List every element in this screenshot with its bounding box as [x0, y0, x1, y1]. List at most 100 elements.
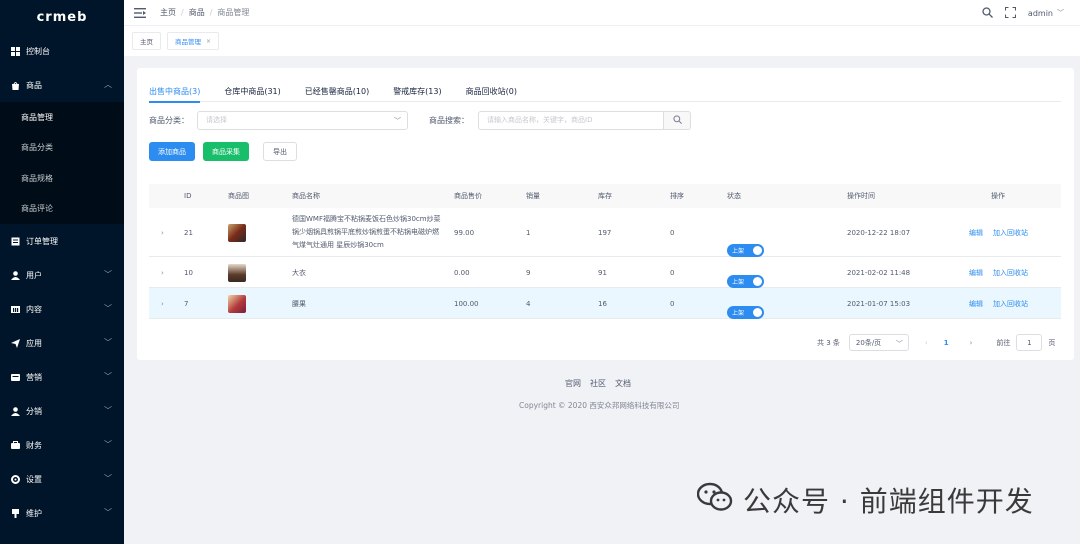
table-header: ID 商品图 商品名称 商品售价 销量 库存 排序 状态 操作时间 操作 [149, 184, 1061, 208]
tab-recycle-bin[interactable]: 商品回收站(0) [466, 80, 517, 102]
user-menu[interactable]: admin ﹀ [1028, 8, 1064, 18]
sidebar-item-label: 控制台 [26, 46, 50, 56]
sidebar-item-content[interactable]: 内容 ﹀ [0, 292, 124, 326]
sidebar-subitem-product-manage[interactable]: 商品管理 [0, 102, 124, 133]
row-name: 大衣 [292, 268, 306, 277]
category-placeholder: 请选择 [206, 116, 227, 124]
send-icon [11, 338, 20, 348]
tab-alert-stock[interactable]: 警戒库存(13) [393, 80, 441, 102]
expand-icon[interactable]: › [161, 229, 164, 237]
row-time: 2020-12-22 18:07 [847, 228, 911, 237]
sidebar-item-label: 维护 [26, 508, 42, 518]
sidebar-item-orders[interactable]: 订单管理 [0, 224, 124, 258]
edit-link[interactable]: 编辑 [969, 228, 983, 238]
footer-link-community[interactable]: 社区 [590, 378, 606, 389]
sidebar-subitem-product-category[interactable]: 商品分类 [0, 133, 124, 164]
search-icon[interactable] [982, 6, 993, 20]
tab-on-sale[interactable]: 出售中商品(3) [149, 80, 201, 103]
sidebar-item-users[interactable]: 用户 ﹀ [0, 258, 124, 292]
maintain-icon [11, 508, 20, 518]
username: admin [1027, 8, 1053, 18]
sidebar-item-maintain[interactable]: 维护 ﹀ [0, 496, 124, 530]
tag-home[interactable]: 主页 [132, 32, 161, 50]
sidebar-item-label: 用户 [26, 270, 42, 280]
product-table: ID 商品图 商品名称 商品售价 销量 库存 排序 状态 操作时间 操作 › 2… [149, 184, 1061, 319]
jump-page-input[interactable]: 1 [1016, 334, 1043, 351]
col-id: ID [184, 192, 192, 200]
row-stock: 16 [598, 299, 607, 308]
tag-product-manage[interactable]: 商品管理 × [167, 32, 220, 50]
action-buttons: 添加商品 商品采集 导出 [149, 142, 297, 161]
jump-label: 前往 [996, 338, 1011, 347]
status-toggle[interactable]: 上架 [727, 243, 764, 257]
status-label: 上架 [732, 247, 745, 255]
search-input[interactable]: 请输入商品名称，关键字，商品ID [478, 110, 664, 130]
breadcrumb-product[interactable]: 商品 [189, 7, 205, 18]
search-placeholder: 请输入商品名称，关键字，商品ID [487, 116, 593, 124]
gear-icon [11, 474, 20, 484]
distribution-icon [11, 406, 20, 416]
collect-product-button[interactable]: 商品采集 [203, 142, 249, 161]
watermark: 公众号 · 前端组件开发 [696, 480, 1034, 520]
row-sort: 0 [670, 228, 675, 237]
logo[interactable]: crmeb [0, 0, 124, 34]
table-row: › 10 大衣 0.00 9 91 0 上架 2021-02-02 11:48 … [149, 257, 1061, 288]
next-page-button[interactable]: › [970, 339, 973, 347]
breadcrumb-current: 商品管理 [217, 8, 250, 17]
search-button[interactable] [664, 110, 691, 130]
sidebar-item-apps[interactable]: 应用 ﹀ [0, 326, 124, 360]
marketing-icon [11, 373, 20, 382]
edit-link[interactable]: 编辑 [969, 299, 983, 309]
product-submenu: 商品管理 商品分类 商品规格 商品评论 [0, 102, 124, 224]
chevron-down-icon: ﹀ [104, 372, 112, 381]
col-sort: 排序 [670, 192, 684, 200]
add-product-button[interactable]: 添加商品 [149, 142, 195, 161]
sidebar-subitem-product-review[interactable]: 商品评论 [0, 194, 124, 225]
export-button[interactable]: 导出 [263, 142, 297, 161]
product-thumbnail[interactable] [228, 223, 246, 242]
recycle-link[interactable]: 加入回收站 [993, 228, 1028, 238]
fullscreen-icon[interactable] [1004, 6, 1016, 20]
order-icon [11, 237, 20, 246]
sidebar-subitem-product-spec[interactable]: 商品规格 [0, 163, 124, 194]
sidebar-item-finance[interactable]: 财务 ﹀ [0, 428, 124, 462]
page-size-select[interactable]: 20条/页 ﹀ [848, 334, 909, 351]
recycle-link[interactable]: 加入回收站 [993, 268, 1028, 278]
filter-bar: 商品分类： 请选择 ﹀ 商品搜索： 请输入商品名称，关键字，商品ID [149, 110, 691, 130]
footer-links: 官网 社区 文档 [565, 378, 631, 389]
prev-page-button[interactable]: ‹ [925, 339, 928, 347]
sidebar-item-marketing[interactable]: 营销 ﹀ [0, 360, 124, 394]
chevron-down-icon: ﹀ [104, 508, 112, 517]
breadcrumb-home[interactable]: 主页 [160, 7, 176, 18]
expand-icon[interactable]: › [161, 300, 164, 308]
status-toggle[interactable]: 上架 [727, 274, 764, 288]
expand-icon[interactable]: › [161, 269, 164, 277]
sidebar-item-label: 商品 [26, 80, 42, 90]
sidebar-item-settings[interactable]: 设置 ﹀ [0, 462, 124, 496]
shop-icon [11, 81, 20, 90]
breadcrumb-separator: / [209, 8, 213, 17]
watermark-text: 公众号 · 前端组件开发 [743, 485, 1034, 518]
page-number-current[interactable]: 1 [944, 339, 949, 347]
status-toggle[interactable]: 上架 [727, 305, 764, 319]
edit-link[interactable]: 编辑 [969, 268, 983, 278]
row-stock: 197 [598, 228, 612, 237]
sidebar-item-distribution[interactable]: 分销 ﹀ [0, 394, 124, 428]
tab-warehouse[interactable]: 仓库中商品(31) [224, 80, 280, 102]
top-header: 主页 / 商品 / 商品管理 admin ﹀ [124, 0, 1080, 26]
sidebar-item-product[interactable]: 商品 ︿ [0, 68, 124, 102]
chevron-down-icon: ﹀ [104, 270, 112, 279]
category-select[interactable]: 请选择 ﹀ [197, 110, 408, 130]
close-icon[interactable]: × [206, 38, 211, 45]
footer-link-official[interactable]: 官网 [565, 378, 581, 389]
menu-toggle-icon[interactable] [134, 7, 146, 18]
col-status: 状态 [727, 192, 741, 200]
product-thumbnail[interactable] [228, 294, 246, 313]
sidebar-item-dashboard[interactable]: 控制台 [0, 34, 124, 68]
tab-sold-out[interactable]: 已经售罄商品(10) [305, 80, 369, 102]
product-thumbnail[interactable] [228, 263, 246, 282]
col-time: 操作时间 [847, 192, 875, 200]
recycle-link[interactable]: 加入回收站 [993, 299, 1028, 309]
footer-link-docs[interactable]: 文档 [615, 378, 631, 389]
search-icon [672, 114, 682, 126]
